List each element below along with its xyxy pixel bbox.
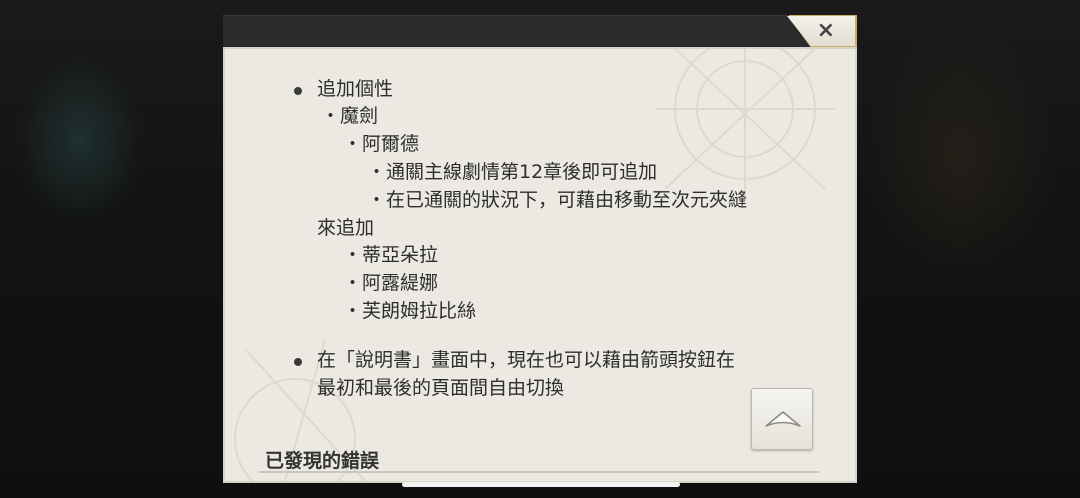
bullet-manual-navigation-line1: 在「說明書」畫面中，現在也可以藉由箭頭按鈕在 [317,349,736,371]
chevron-up-icon [765,411,801,427]
subitem-ald: ・阿爾德 [343,133,420,155]
subitem-demon-sword: ・魔劍 [321,105,379,127]
bullet-dot [294,358,302,366]
subitem-character: ・芙朗姆拉比絲 [343,300,477,322]
dialog-header [223,15,857,48]
subitem-unlock-condition: ・通關主線劇情第12章後即可追加 [367,161,658,183]
subitem-dimension-rift-line2: 來追加 [317,217,375,239]
scroll-to-top-button[interactable] [751,388,813,450]
subitem-dimension-rift-line1: ・在已通關的狀況下，可藉由移動至次元夾縫 [367,189,748,211]
bullet-manual-navigation-line2: 最初和最後的頁面間自由切換 [317,377,565,399]
section-heading-known-bugs: 已發現的錯誤 [265,450,380,472]
section-divider [259,471,819,473]
subitem-character: ・阿露緹娜 [343,272,439,294]
patch-notes-dialog: × 追加個性 ・魔劍 ・阿爾德 ・通關主線劇情第12章後即可追加 ・在已通關的狀… [223,15,857,483]
bullet-dot [294,87,302,95]
dialog-body[interactable]: 追加個性 ・魔劍 ・阿爾德 ・通關主線劇情第12章後即可追加 ・在已通關的狀況下… [223,47,857,483]
home-indicator [402,482,680,487]
subitem-character: ・蒂亞朵拉 [343,244,439,266]
bullet-title-added-traits: 追加個性 [317,78,394,100]
close-icon: × [816,18,835,43]
